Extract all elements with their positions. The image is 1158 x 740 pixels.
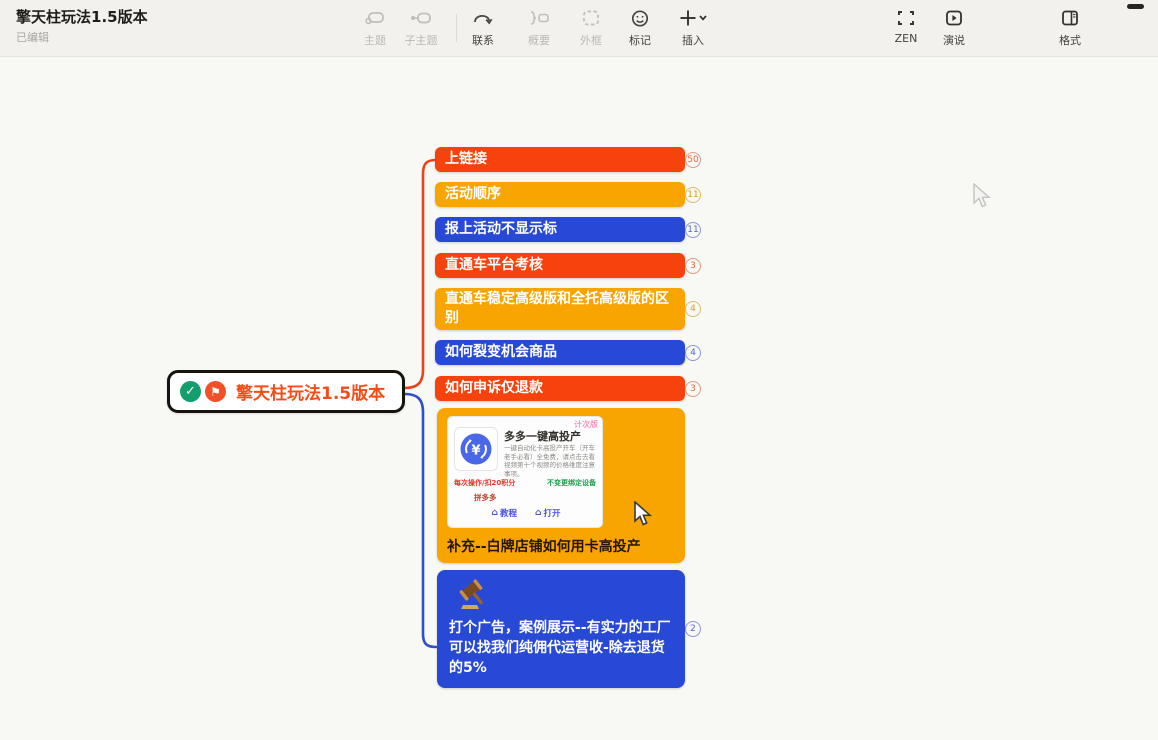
toolbar-format-button[interactable]: 格式 (1042, 6, 1098, 52)
toolbar-subtopic-button[interactable]: 子主题 (393, 6, 449, 52)
ghost-cursor (970, 183, 992, 209)
mindmap-canvas[interactable]: ✓ ⚑ 擎天柱玩法1.5版本 上链接 活动顺序 报上活动不显示标 直通车平台考核… (0, 58, 1158, 740)
marker-icon (630, 6, 650, 30)
topic-node-1[interactable]: 上链接 (435, 147, 685, 172)
house-icon: ⌂ (492, 508, 498, 518)
count-badge[interactable]: 11 (685, 222, 701, 238)
toolbar-boundary-button[interactable]: 外框 (563, 6, 619, 52)
card-cost-note: 每次操作/扣20积分 (454, 478, 515, 488)
card-open-button: ⌂打开 (535, 507, 560, 519)
topic-node-8-label: 补充--白牌店铺如何用卡高投产 (447, 536, 641, 556)
window-handle[interactable] (1127, 4, 1144, 9)
embedded-app-card-image: 计次版 ¥ 多多一键高投产 一键自动化卡高投产开车（开车老手必看）全免费，请点击… (447, 416, 603, 528)
toolbar-present-button[interactable]: 演说 (926, 6, 982, 52)
toolbar-summary-button[interactable]: 概要 (511, 6, 567, 52)
relationship-icon (472, 6, 494, 30)
svg-text:¥: ¥ (471, 444, 480, 459)
card-warn-note: 不变更绑定设备 (547, 478, 596, 488)
topic-node-9[interactable]: 打个广告，案例展示--有实力的工厂可以找我们纯佣代运营收-除去退货的5% (437, 570, 685, 688)
toolbar-insert-button[interactable]: 插入 (665, 6, 721, 52)
document-status: 已编辑 (16, 29, 49, 45)
app-icon-box: ¥ (454, 427, 498, 471)
card-tutorial-button: ⌂教程 (492, 507, 517, 519)
count-badge[interactable]: 4 (685, 301, 701, 317)
card-platform-label: 拼多多 (474, 492, 497, 503)
topic-node-6[interactable]: 如何裂变机会商品 (435, 340, 685, 365)
count-badge[interactable]: 3 (685, 258, 701, 274)
topic-node-5[interactable]: 直通车稳定高级版和全托高级版的区别 (435, 288, 685, 330)
subtopic-icon (409, 6, 433, 30)
toolbar-marker-button[interactable]: 标记 (612, 6, 668, 52)
count-badge[interactable]: 3 (685, 381, 701, 397)
card-description: 一键自动化卡高投产开车（开车老手必看）全免费，请点击去看视频第十个视频的价格维度… (504, 444, 600, 478)
count-badge[interactable]: 4 (685, 345, 701, 361)
topic-node-7[interactable]: 如何申诉仅退款 (435, 376, 685, 401)
mouse-cursor (631, 501, 653, 527)
root-topic-node[interactable]: ✓ ⚑ 擎天柱玩法1.5版本 (167, 370, 405, 413)
flag-icon[interactable]: ⚑ (205, 381, 226, 402)
insert-icon (678, 6, 708, 30)
toolbar: 擎天柱玩法1.5版本 已编辑 主题 子主题 联系 概要 外框 (0, 0, 1158, 57)
topic-node-9-label: 打个广告，案例展示--有实力的工厂可以找我们纯佣代运营收-除去退货的5% (449, 618, 677, 678)
present-icon (944, 6, 964, 30)
toolbar-relationship-button[interactable]: 联系 (455, 6, 511, 52)
topic-node-8[interactable]: 计次版 ¥ 多多一键高投产 一键自动化卡高投产开车（开车老手必看）全免费，请点击… (437, 408, 685, 563)
topic-icon (364, 6, 386, 30)
count-badge[interactable]: 50 (685, 152, 701, 168)
gavel-icon (453, 576, 493, 614)
topic-node-2[interactable]: 活动顺序 (435, 182, 685, 207)
zen-icon (895, 6, 917, 30)
format-icon (1060, 6, 1080, 30)
summary-icon (527, 6, 551, 30)
yuan-app-icon: ¥ (457, 430, 495, 468)
house-icon: ⌂ (535, 508, 541, 518)
boundary-icon (581, 6, 601, 30)
topic-node-3[interactable]: 报上活动不显示标 (435, 217, 685, 242)
check-icon[interactable]: ✓ (180, 381, 201, 402)
document-title: 擎天柱玩法1.5版本 (16, 6, 148, 27)
card-title: 多多一键高投产 (504, 428, 581, 444)
root-topic-label: 擎天柱玩法1.5版本 (236, 379, 385, 404)
count-badge[interactable]: 11 (685, 187, 701, 203)
count-badge[interactable]: 2 (685, 621, 701, 637)
topic-node-4[interactable]: 直通车平台考核 (435, 253, 685, 278)
